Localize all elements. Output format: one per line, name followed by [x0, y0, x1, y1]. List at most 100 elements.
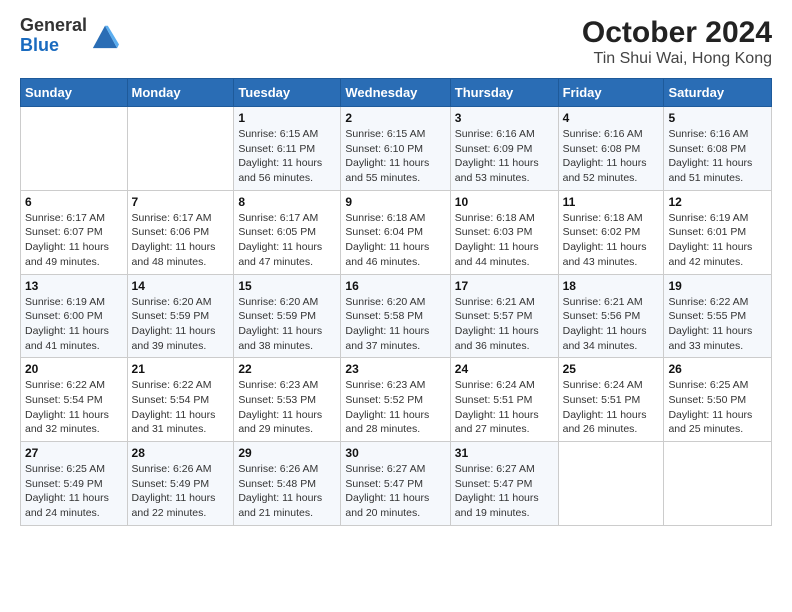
day-info: Sunrise: 6:15 AMSunset: 6:11 PMDaylight:… [238, 127, 336, 186]
calendar-week-2: 13 Sunrise: 6:19 AMSunset: 6:00 PMDayligh… [21, 274, 772, 358]
calendar-cell: 2 Sunrise: 6:15 AMSunset: 6:10 PMDaylight… [341, 107, 450, 191]
calendar-cell: 11 Sunrise: 6:18 AMSunset: 6:02 PMDayligh… [558, 190, 664, 274]
calendar-cell: 28Sunrise: 6:26 AMSunset: 5:49 PMDayligh… [127, 442, 234, 526]
day-info: Sunrise: 6:26 AMSunset: 5:48 PMDaylight:… [238, 462, 336, 521]
page-title: October 2024 [582, 16, 772, 50]
logo-line1: General [20, 16, 87, 36]
day-number: 24 [455, 362, 554, 376]
day-info: Sunrise: 6:22 AMSunset: 5:55 PMDaylight:… [668, 295, 767, 354]
header-wednesday: Wednesday [341, 79, 450, 107]
day-info: Sunrise: 6:20 AMSunset: 5:59 PMDaylight:… [132, 295, 230, 354]
day-info: Sunrise: 6:17 AMSunset: 6:06 PMDaylight:… [132, 211, 230, 270]
day-number: 13 [25, 279, 123, 293]
calendar-cell: 20Sunrise: 6:22 AMSunset: 5:54 PMDayligh… [21, 358, 128, 442]
calendar-table: SundayMondayTuesdayWednesdayThursdayFrid… [20, 78, 772, 526]
calendar-week-3: 20 Sunrise: 6:22 AMSunset: 5:54 PMDayligh… [21, 358, 772, 442]
day-number: 12 [668, 195, 767, 209]
day-number: 6 [25, 195, 123, 209]
title-block: October 2024 Tin Shui Wai, Hong Kong [582, 16, 772, 68]
day-info: Sunrise: 6:23 AMSunset: 5:52 PMDaylight:… [345, 378, 445, 437]
calendar-cell: 6 Sunrise: 6:17 AMSunset: 6:07 PMDaylight… [21, 190, 128, 274]
calendar-cell: 3 Sunrise: 6:16 AMSunset: 6:09 PMDaylight… [450, 107, 558, 191]
logo-line2: Blue [20, 36, 87, 56]
day-info: Sunrise: 6:16 AMSunset: 6:09 PMDaylight:… [455, 127, 554, 186]
logo-icon [91, 22, 119, 50]
day-info: Sunrise: 6:25 AMSunset: 5:49 PMDaylight:… [25, 462, 123, 521]
calendar-cell: 24 Sunrise: 6:24 AMSunset: 5:51 PMDayligh… [450, 358, 558, 442]
calendar-cell: 4 Sunrise: 6:16 AMSunset: 6:08 PMDaylight… [558, 107, 664, 191]
calendar-cell: 31 Sunrise: 6:27 AMSunset: 5:47 PMDayligh… [450, 442, 558, 526]
day-number: 17 [455, 279, 554, 293]
calendar-cell: 30 Sunrise: 6:27 AMSunset: 5:47 PMDayligh… [341, 442, 450, 526]
day-number: 29 [238, 446, 336, 460]
page-subtitle: Tin Shui Wai, Hong Kong [582, 50, 772, 68]
header-tuesday: Tuesday [234, 79, 341, 107]
day-number: 14 [132, 279, 230, 293]
day-info: Sunrise: 6:26 AMSunset: 5:49 PMDaylight:… [132, 462, 230, 521]
calendar-cell: 17 Sunrise: 6:21 AMSunset: 5:57 PMDayligh… [450, 274, 558, 358]
calendar-cell: 27 Sunrise: 6:25 AMSunset: 5:49 PMDayligh… [21, 442, 128, 526]
day-number: 21 [132, 362, 230, 376]
day-number: 27 [25, 446, 123, 460]
day-number: 20 [25, 362, 123, 376]
day-info: Sunrise: 6:22 AMSunset: 5:54 PMDaylight:… [132, 378, 230, 437]
day-number: 19 [668, 279, 767, 293]
calendar-cell: 12 Sunrise: 6:19 AMSunset: 6:01 PMDayligh… [664, 190, 772, 274]
day-number: 7 [132, 195, 230, 209]
calendar-week-4: 27 Sunrise: 6:25 AMSunset: 5:49 PMDayligh… [21, 442, 772, 526]
day-number: 4 [563, 111, 660, 125]
calendar-cell: 21 Sunrise: 6:22 AMSunset: 5:54 PMDayligh… [127, 358, 234, 442]
day-info: Sunrise: 6:27 AMSunset: 5:47 PMDaylight:… [455, 462, 554, 521]
calendar-cell: 16Sunrise: 6:20 AMSunset: 5:58 PMDayligh… [341, 274, 450, 358]
logo-text: General Blue [20, 16, 87, 56]
day-info: Sunrise: 6:19 AMSunset: 6:00 PMDaylight:… [25, 295, 123, 354]
calendar-cell: 10Sunrise: 6:18 AMSunset: 6:03 PMDayligh… [450, 190, 558, 274]
day-number: 16 [345, 279, 445, 293]
header-saturday: Saturday [664, 79, 772, 107]
day-number: 18 [563, 279, 660, 293]
calendar-week-1: 6 Sunrise: 6:17 AMSunset: 6:07 PMDaylight… [21, 190, 772, 274]
day-info: Sunrise: 6:27 AMSunset: 5:47 PMDaylight:… [345, 462, 445, 521]
calendar-cell: 13 Sunrise: 6:19 AMSunset: 6:00 PMDayligh… [21, 274, 128, 358]
calendar-cell [558, 442, 664, 526]
day-info: Sunrise: 6:18 AMSunset: 6:02 PMDaylight:… [563, 211, 660, 270]
calendar-cell: 25 Sunrise: 6:24 AMSunset: 5:51 PMDayligh… [558, 358, 664, 442]
day-number: 5 [668, 111, 767, 125]
day-number: 22 [238, 362, 336, 376]
calendar-week-0: 1 Sunrise: 6:15 AMSunset: 6:11 PMDaylight… [21, 107, 772, 191]
calendar-cell [664, 442, 772, 526]
day-info: Sunrise: 6:21 AMSunset: 5:57 PMDaylight:… [455, 295, 554, 354]
day-number: 11 [563, 195, 660, 209]
day-info: Sunrise: 6:17 AMSunset: 6:05 PMDaylight:… [238, 211, 336, 270]
day-info: Sunrise: 6:23 AMSunset: 5:53 PMDaylight:… [238, 378, 336, 437]
calendar-cell: 14 Sunrise: 6:20 AMSunset: 5:59 PMDayligh… [127, 274, 234, 358]
day-number: 23 [345, 362, 445, 376]
day-info: Sunrise: 6:24 AMSunset: 5:51 PMDaylight:… [563, 378, 660, 437]
calendar-cell: 7 Sunrise: 6:17 AMSunset: 6:06 PMDaylight… [127, 190, 234, 274]
day-number: 2 [345, 111, 445, 125]
day-info: Sunrise: 6:24 AMSunset: 5:51 PMDaylight:… [455, 378, 554, 437]
header-thursday: Thursday [450, 79, 558, 107]
calendar-cell: 26 Sunrise: 6:25 AMSunset: 5:50 PMDayligh… [664, 358, 772, 442]
calendar-cell: 23 Sunrise: 6:23 AMSunset: 5:52 PMDayligh… [341, 358, 450, 442]
day-number: 25 [563, 362, 660, 376]
calendar-cell: 18Sunrise: 6:21 AMSunset: 5:56 PMDayligh… [558, 274, 664, 358]
day-info: Sunrise: 6:25 AMSunset: 5:50 PMDaylight:… [668, 378, 767, 437]
day-number: 31 [455, 446, 554, 460]
day-number: 3 [455, 111, 554, 125]
day-number: 1 [238, 111, 336, 125]
day-info: Sunrise: 6:17 AMSunset: 6:07 PMDaylight:… [25, 211, 123, 270]
day-number: 30 [345, 446, 445, 460]
day-number: 8 [238, 195, 336, 209]
header-monday: Monday [127, 79, 234, 107]
day-info: Sunrise: 6:18 AMSunset: 6:04 PMDaylight:… [345, 211, 445, 270]
calendar-cell: 5Sunrise: 6:16 AMSunset: 6:08 PMDaylight… [664, 107, 772, 191]
day-number: 26 [668, 362, 767, 376]
header-sunday: Sunday [21, 79, 128, 107]
calendar-cell: 15Sunrise: 6:20 AMSunset: 5:59 PMDayligh… [234, 274, 341, 358]
day-info: Sunrise: 6:18 AMSunset: 6:03 PMDaylight:… [455, 211, 554, 270]
day-info: Sunrise: 6:16 AMSunset: 6:08 PMDaylight:… [563, 127, 660, 186]
day-info: Sunrise: 6:19 AMSunset: 6:01 PMDaylight:… [668, 211, 767, 270]
logo: General Blue [20, 16, 119, 56]
day-info: Sunrise: 6:15 AMSunset: 6:10 PMDaylight:… [345, 127, 445, 186]
